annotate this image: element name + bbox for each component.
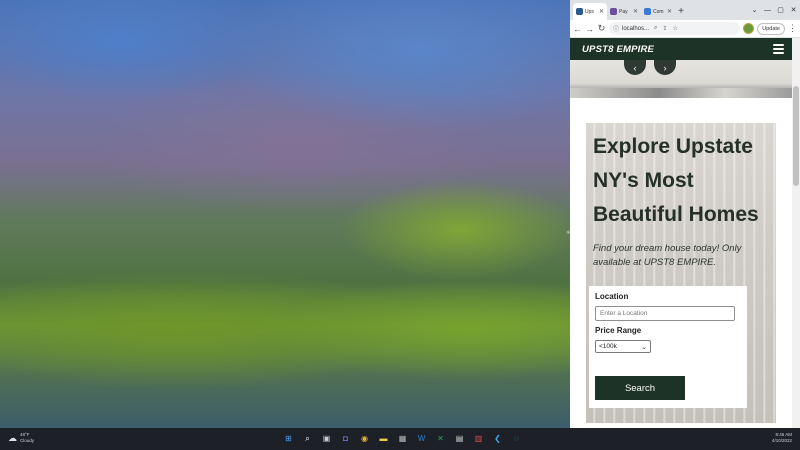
reload-icon[interactable]: ↻ bbox=[597, 23, 606, 35]
tab-strip: Ups ✕ Pay ✕ Com ✕ + ⌄ — ▢ ✕ bbox=[570, 0, 800, 20]
profile-icon[interactable] bbox=[743, 23, 755, 34]
price-range-select[interactable]: <100k ⌄ bbox=[595, 340, 651, 353]
location-input[interactable]: Enter a Location bbox=[595, 306, 735, 321]
photos-icon[interactable]: ▦ bbox=[396, 432, 409, 445]
cloud-icon: ☁ bbox=[8, 432, 17, 443]
hero-subtitle: Find your dream house today! Only availa… bbox=[593, 243, 742, 268]
update-button[interactable]: Update bbox=[757, 22, 785, 35]
explorer-icon[interactable]: ▬ bbox=[377, 432, 390, 445]
app-icon[interactable]: ◌ bbox=[510, 432, 523, 445]
clock-date: 4/10/2022 bbox=[771, 438, 792, 443]
close-tab-icon[interactable]: ✕ bbox=[667, 8, 672, 15]
web-page: UPST8 EMPIRE ‹ › Explore Upstate NY's Mo… bbox=[570, 38, 792, 428]
app-icon[interactable]: ▤ bbox=[453, 432, 466, 445]
carousel-image bbox=[570, 88, 792, 98]
tab-label: Pay bbox=[619, 8, 628, 15]
window-controls: ⌄ — ▢ ✕ bbox=[748, 0, 800, 20]
chat-icon[interactable]: ◘ bbox=[339, 432, 352, 445]
tab-favicon-icon bbox=[576, 8, 583, 15]
share-icon[interactable]: ⇪ bbox=[662, 25, 667, 32]
tab-pay[interactable]: Pay ✕ bbox=[607, 3, 641, 20]
taskbar: ☁ 48°F Cloudy ⊞ ⌕ ▣ ◘ ◉ ▬ ▦ W ✕ ▤ ▥ ❮ ◌ … bbox=[0, 428, 800, 450]
address-text: localhos... bbox=[622, 25, 650, 32]
close-window-icon[interactable]: ✕ bbox=[787, 6, 800, 14]
hamburger-menu-icon[interactable] bbox=[773, 44, 784, 54]
star-icon[interactable]: ☆ bbox=[672, 25, 677, 32]
forward-icon[interactable]: → bbox=[585, 23, 594, 35]
tab-label: Ups bbox=[585, 8, 594, 15]
taskbar-apps: ⊞ ⌕ ▣ ◘ ◉ ▬ ▦ W ✕ ▤ ▥ ❮ ◌ bbox=[282, 432, 523, 445]
excel-icon[interactable]: ✕ bbox=[434, 432, 447, 445]
tab-search-icon[interactable]: ⌄ bbox=[748, 6, 761, 14]
weather-widget[interactable]: ☁ 48°F Cloudy bbox=[8, 432, 34, 444]
site-brand[interactable]: UPST8 EMPIRE bbox=[582, 44, 654, 55]
windows-start-icon[interactable]: ⊞ bbox=[282, 432, 295, 445]
price-range-value: <100k bbox=[599, 343, 617, 350]
maximize-icon[interactable]: ▢ bbox=[774, 6, 787, 14]
chrome-icon[interactable]: ◉ bbox=[358, 432, 371, 445]
back-icon[interactable]: ← bbox=[573, 23, 582, 35]
zoom-icon[interactable]: ⌕ bbox=[654, 25, 657, 32]
info-icon[interactable]: ⓘ bbox=[613, 24, 619, 33]
minimize-icon[interactable]: — bbox=[761, 7, 774, 14]
tab-favicon-icon bbox=[644, 8, 651, 15]
browser-toolbar: ← → ↻ ⓘ localhos... ⌕ ⇪ ☆ Update ⋮ bbox=[570, 20, 800, 38]
location-label: Location bbox=[595, 292, 629, 301]
new-tab-button[interactable]: + bbox=[675, 3, 687, 20]
app-icon[interactable]: ▥ bbox=[472, 432, 485, 445]
browser-window: Ups ✕ Pay ✕ Com ✕ + ⌄ — ▢ ✕ ← → ↻ ⓘ loca… bbox=[570, 0, 800, 428]
tab-com[interactable]: Com ✕ bbox=[641, 3, 675, 20]
close-tab-icon[interactable]: ✕ bbox=[633, 8, 638, 15]
vscode-icon[interactable]: ❮ bbox=[491, 432, 504, 445]
tab-upst8[interactable]: Ups ✕ bbox=[573, 3, 607, 20]
price-range-label: Price Range bbox=[595, 326, 642, 335]
carousel-next-button[interactable]: › bbox=[654, 60, 676, 75]
close-tab-icon[interactable]: ✕ bbox=[599, 8, 604, 15]
search-icon[interactable]: ⌕ bbox=[301, 432, 314, 445]
menu-icon[interactable]: ⋮ bbox=[788, 23, 797, 35]
weather-desc: Cloudy bbox=[20, 438, 35, 443]
desktop-wallpaper bbox=[0, 0, 570, 428]
search-form: Location Enter a Location Price Range <1… bbox=[589, 286, 747, 408]
clock[interactable]: 8:46 AM 4/10/2022 bbox=[772, 432, 792, 444]
hero-section: Explore Upstate NY's Most Beautiful Home… bbox=[586, 123, 776, 423]
image-carousel: ‹ › bbox=[570, 60, 792, 98]
scrollbar-thumb[interactable] bbox=[793, 86, 799, 186]
site-navbar: UPST8 EMPIRE bbox=[570, 38, 792, 60]
hero-title: Explore Upstate NY's Most Beautiful Home… bbox=[593, 135, 759, 226]
page-scrollbar[interactable] bbox=[792, 38, 800, 428]
task-view-icon[interactable]: ▣ bbox=[320, 432, 333, 445]
carousel-prev-button[interactable]: ‹ bbox=[624, 60, 646, 75]
address-bar[interactable]: ⓘ localhos... ⌕ ⇪ ☆ bbox=[609, 22, 741, 35]
tab-label: Com bbox=[653, 8, 664, 15]
chevron-down-icon: ⌄ bbox=[641, 343, 647, 351]
search-button[interactable]: Search bbox=[595, 376, 685, 400]
tab-favicon-icon bbox=[610, 8, 617, 15]
word-icon[interactable]: W bbox=[415, 432, 428, 445]
